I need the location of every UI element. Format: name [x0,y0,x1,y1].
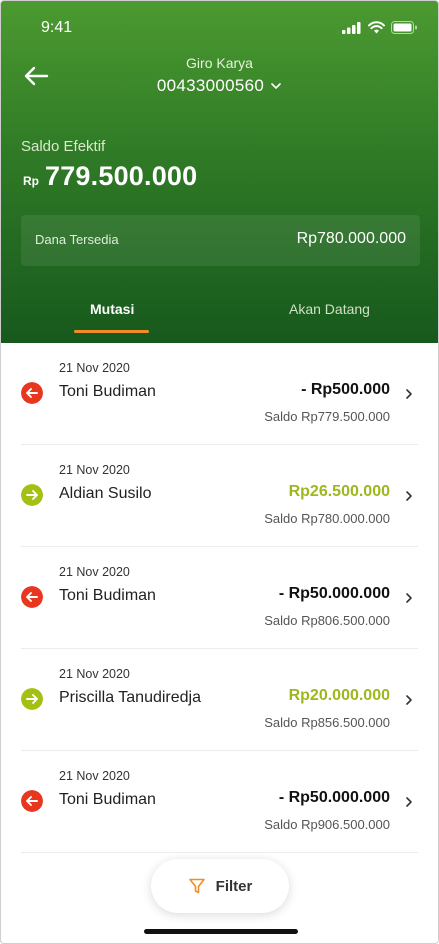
transaction-row[interactable]: 21 Nov 2020 Toni Budiman - Rp50.000.000 … [21,547,418,649]
tab-akan-datang[interactable]: Akan Datang [289,301,370,317]
transaction-balance: Saldo Rp779.500.000 [264,409,390,424]
battery-icon [391,21,417,34]
balance-currency: Rp [23,174,39,188]
transaction-amount: - Rp500.000 [301,381,390,398]
balance-value: Rp 779.500.000 [23,161,197,192]
transaction-amount: Rp26.500.000 [288,483,390,500]
transaction-balance: Saldo Rp780.000.000 [264,511,390,526]
available-funds-label: Dana Tersedia [35,232,119,247]
transaction-date: 21 Nov 2020 [59,361,130,375]
available-funds-card: Dana Tersedia Rp780.000.000 [21,215,420,266]
outgoing-arrow-icon [21,790,43,812]
transaction-name: Toni Budiman [59,791,156,808]
account-header: 9:41 Giro Karya 00433000560 Saldo Efekti… [1,1,438,343]
transaction-amount: - Rp50.000.000 [278,789,390,806]
signal-icon [342,21,361,34]
filter-funnel-icon [188,878,205,894]
transaction-date: 21 Nov 2020 [59,463,130,477]
account-number: 00433000560 [156,76,265,95]
wifi-icon [368,21,385,34]
filter-label: Filter [215,877,253,895]
mutasi-screen: 9:41 Giro Karya 00433000560 Saldo Efekti… [0,0,439,944]
transaction-date: 21 Nov 2020 [59,667,130,681]
incoming-arrow-icon [21,484,43,506]
status-bar: 9:41 [41,19,418,39]
chevron-right-icon [406,593,412,603]
balance-amount: 779.500.000 [45,161,198,191]
transaction-row[interactable]: 21 Nov 2020 Aldian Susilo Rp26.500.000 S… [21,445,418,547]
transaction-amount: - Rp50.000.000 [278,585,390,602]
chevron-right-icon [406,491,412,501]
status-time: 9:41 [41,19,73,36]
transaction-balance: Saldo Rp806.500.000 [264,613,390,628]
available-funds-amount: Rp780.000.000 [296,230,406,247]
transaction-amount: Rp20.000.000 [288,687,390,704]
tab-bar: Mutasi Akan Datang [1,301,438,343]
balance-label: Saldo Efektif [21,138,106,155]
incoming-arrow-icon [21,688,43,710]
home-indicator [144,929,298,934]
transaction-name: Toni Budiman [59,383,156,400]
transaction-name: Toni Budiman [59,587,156,604]
transaction-list: 21 Nov 2020 Toni Budiman - Rp500.000 Sal… [1,343,438,853]
transaction-balance: Saldo Rp906.500.000 [264,817,390,832]
transaction-name: Aldian Susilo [59,485,152,502]
transaction-name: Priscilla Tanudiredja [59,689,201,706]
chevron-down-icon [271,83,281,90]
transaction-row[interactable]: 21 Nov 2020 Toni Budiman - Rp50.000.000 … [21,751,418,853]
account-selector[interactable]: 00433000560 [1,76,438,96]
chevron-right-icon [406,695,412,705]
transaction-row[interactable]: 21 Nov 2020 Priscilla Tanudiredja Rp20.0… [21,649,418,751]
transaction-date: 21 Nov 2020 [59,565,130,579]
chevron-right-icon [406,797,412,807]
tab-mutasi[interactable]: Mutasi [90,301,134,317]
outgoing-arrow-icon [21,382,43,404]
transaction-date: 21 Nov 2020 [59,769,130,783]
transaction-row[interactable]: 21 Nov 2020 Toni Budiman - Rp500.000 Sal… [21,343,418,445]
outgoing-arrow-icon [21,586,43,608]
chevron-right-icon [406,389,412,399]
active-tab-indicator [74,330,149,333]
status-icons [342,21,418,34]
account-type: Giro Karya [186,55,253,71]
filter-button[interactable]: Filter [151,859,289,913]
transaction-balance: Saldo Rp856.500.000 [264,715,390,730]
